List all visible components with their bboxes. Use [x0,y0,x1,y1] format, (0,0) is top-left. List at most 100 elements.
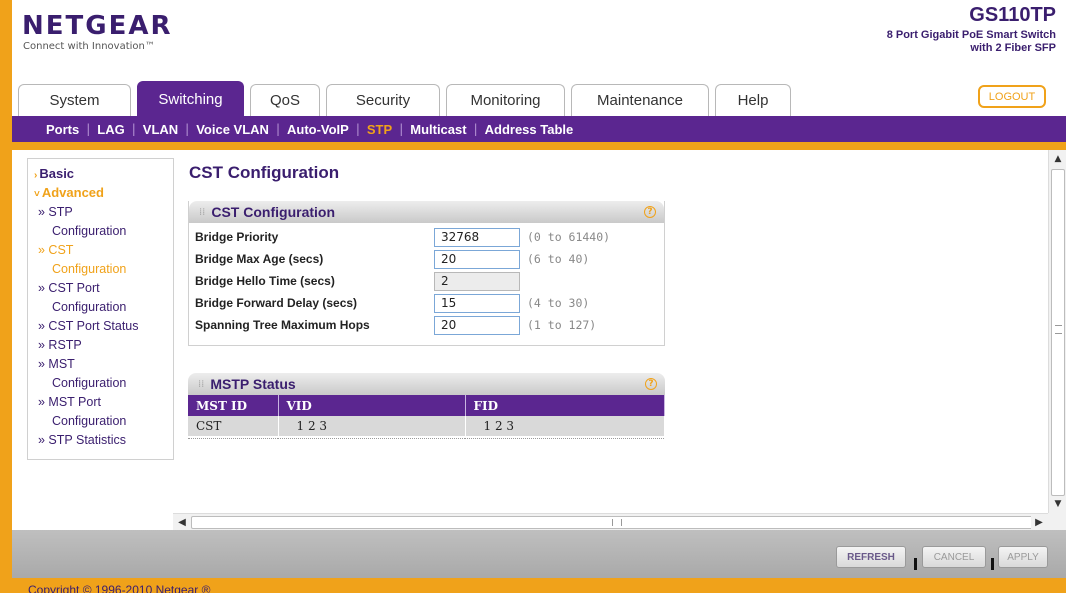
nav-advanced-label: Advanced [41,185,104,200]
bridge-forward-delay-input[interactable]: 15 [434,293,520,313]
subnav-lag[interactable]: LAG [97,122,124,137]
horizontal-scrollbar[interactable]: ◀ ▶ [173,513,1048,530]
apply-button[interactable]: APPLY [998,546,1048,568]
subnav-separator: | [399,122,404,136]
chevron-right-icon: › [34,170,38,181]
nav-cst-configuration[interactable]: » CST Configuration [34,241,173,279]
device-description-line2: with 2 Fiber SFP [970,42,1056,54]
help-icon[interactable]: ? [645,378,657,390]
nav-stp-configuration[interactable]: » STP Configuration [34,203,173,241]
scroll-right-icon[interactable]: ▶ [1031,515,1047,530]
nav-stp-statistics[interactable]: » STP Statistics [34,431,173,450]
tab-switching[interactable]: Switching [137,81,244,116]
app-frame: NETGEAR Connect with Innovation™ GS110TP… [12,0,1066,593]
horizontal-scrollbar-thumb[interactable] [191,516,1046,529]
max-hops-label: Spanning Tree Maximum Hops [195,318,370,332]
bridge-forward-delay-row: Bridge Forward Delay (secs) 15 (4 to 30) [189,292,664,314]
bridge-priority-label: Bridge Priority [195,230,279,244]
table-row: CST 1 2 3 1 2 3 [188,416,665,436]
subnav-separator: | [86,122,91,136]
nav-cst-port-status[interactable]: » CST Port Status [34,317,173,336]
nav-mst-port-configuration[interactable]: » MST Port Configuration [34,393,173,431]
drag-grip-icon: ⁞⁞ [198,378,205,390]
header: NETGEAR Connect with Innovation™ GS110TP… [12,0,1066,117]
accent-bar [12,142,1066,150]
tab-help[interactable]: Help [715,84,791,116]
subnav-auto-voip[interactable]: Auto-VoIP [287,122,349,137]
panel-header: ⁞⁞ MSTP Status ? [188,373,665,395]
bridge-priority-input[interactable]: 32768 [434,227,520,247]
bridge-hello-time-value: 2 [434,271,520,291]
nav-item-line1: » CST Port Status [38,319,139,333]
bridge-hello-time-label: Bridge Hello Time (secs) [195,274,335,288]
subnav-separator: | [185,122,190,136]
table-bottom-rule [188,436,665,439]
nav-rstp[interactable]: » RSTP [34,336,173,355]
max-hops-input[interactable]: 20 [434,315,520,335]
nav-item-line2: Configuration [52,414,127,428]
help-icon[interactable]: ? [644,206,656,218]
bridge-forward-delay-range: (4 to 30) [527,296,590,310]
nav-basic[interactable]: › Basic [34,165,173,184]
cst-form: Bridge Priority 32768 (0 to 61440) Bridg… [189,223,664,336]
scrollbar-grip-icon [1055,325,1062,334]
logout-button[interactable]: LOGOUT [978,85,1046,108]
subnav-address-table[interactable]: Address Table [485,122,574,137]
scroll-up-icon[interactable]: ▲ [1050,151,1066,167]
bridge-max-age-label: Bridge Max Age (secs) [195,252,324,266]
bridge-hello-time-row: Bridge Hello Time (secs) 2 [189,270,664,292]
chevron-down-icon: ˅ [34,189,40,200]
scroll-down-icon[interactable]: ▼ [1050,496,1066,512]
nav-item-line2: Configuration [52,300,127,314]
scroll-left-icon[interactable]: ◀ [174,515,190,530]
panel-title: CST Configuration [211,204,336,220]
nav-item-line1: » CST Port [38,281,100,295]
left-nav: › Basic ˅ Advanced » STP Configuration » CS… [27,158,174,460]
subnav-multicast[interactable]: Multicast [410,122,466,137]
nav-item-line2: Configuration [52,376,127,390]
subnav-separator: | [473,122,478,136]
cancel-button[interactable]: CANCEL [922,546,986,568]
sub-nav: Ports | LAG | VLAN | Voice VLAN | Auto-V… [12,116,1066,142]
bridge-max-age-input[interactable]: 20 [434,249,520,269]
tab-monitoring[interactable]: Monitoring [446,84,565,116]
panel-header: ⁞⁞ CST Configuration ? [189,201,664,223]
subnav-voice-vlan[interactable]: Voice VLAN [196,122,269,137]
nav-cst-port-configuration[interactable]: » CST Port Configuration [34,279,173,317]
button-separator [914,558,917,570]
mstp-status-panel: ⁞⁞ MSTP Status ? MST ID VID FID CST 1 2 … [188,373,665,445]
nav-mst-configuration[interactable]: » MST Configuration [34,355,173,393]
subnav-separator: | [355,122,360,136]
max-hops-row: Spanning Tree Maximum Hops 20 (1 to 127) [189,314,664,336]
scroll-corner [1048,513,1066,530]
button-separator [991,558,994,570]
vertical-scrollbar[interactable]: ▲ ▼ [1048,150,1066,513]
page-title: CST Configuration [189,163,340,182]
col-vid: VID [278,395,466,416]
tab-qos[interactable]: QoS [250,84,320,116]
nav-item-line2: Configuration [52,262,127,276]
cell-mst-id: CST [188,416,279,436]
table-header-row: MST ID VID FID [188,395,665,416]
tab-security[interactable]: Security [326,84,440,116]
mstp-status-table: MST ID VID FID CST 1 2 3 1 2 3 [188,395,665,439]
bridge-priority-range: (0 to 61440) [527,230,611,244]
tab-system[interactable]: System [18,84,131,116]
netgear-logo: NETGEAR [22,11,173,41]
device-description-line1: 8 Port Gigabit PoE Smart Switch [886,29,1056,41]
bridge-forward-delay-label: Bridge Forward Delay (secs) [195,296,358,310]
subnav-vlan[interactable]: VLAN [143,122,178,137]
nav-item-line1: » CST [38,243,74,257]
cst-configuration-panel: ⁞⁞ CST Configuration ? Bridge Priority 3… [188,201,665,346]
copyright-bar: Copyright © 1996-2010 Netgear ® [12,578,1066,593]
nav-item-line1: » MST [38,357,75,371]
nav-advanced[interactable]: ˅ Advanced [34,184,173,203]
bridge-priority-row: Bridge Priority 32768 (0 to 61440) [189,226,664,248]
tab-maintenance[interactable]: Maintenance [571,84,709,116]
refresh-button[interactable]: REFRESH [836,546,906,568]
bridge-max-age-row: Bridge Max Age (secs) 20 (6 to 40) [189,248,664,270]
scrollbar-thumb[interactable] [1051,169,1065,496]
subnav-ports[interactable]: Ports [46,122,79,137]
main-tabs: System Switching QoS Security Monitoring… [18,81,797,116]
subnav-stp[interactable]: STP [367,122,392,137]
